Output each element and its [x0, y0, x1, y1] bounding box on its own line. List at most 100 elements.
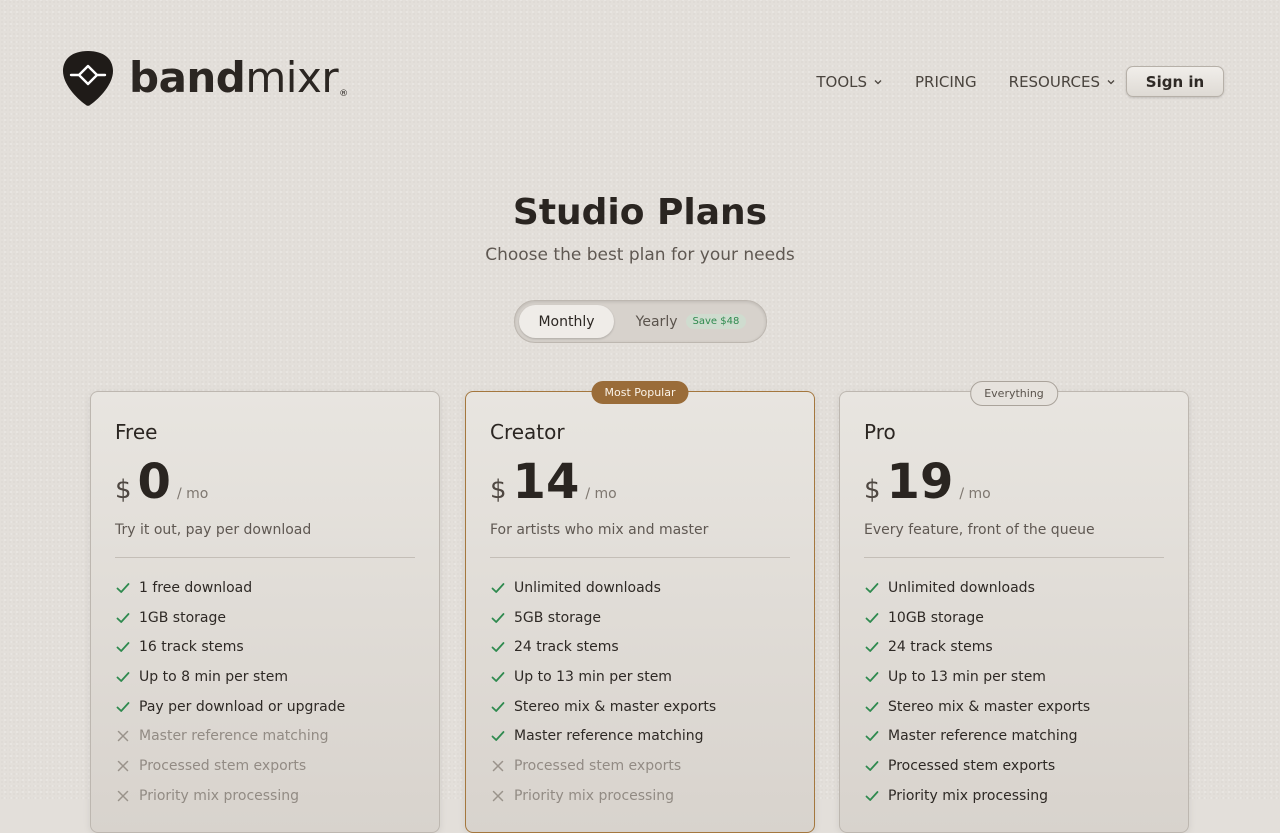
feature-label: 10GB storage	[888, 609, 984, 626]
plan-description: For artists who mix and master	[490, 522, 709, 538]
feature-item: Stereo mix & master exports	[864, 692, 1090, 722]
check-icon	[491, 582, 505, 593]
feature-item: Pay per download or upgrade	[115, 692, 345, 722]
check-icon	[491, 672, 505, 682]
feature-label: Processed stem exports	[139, 757, 307, 774]
chevron-down-icon	[874, 79, 882, 84]
divider	[490, 557, 790, 558]
check-icon	[865, 731, 879, 742]
feature-item: Stereo mix & master exports	[490, 692, 716, 722]
feature-label: 24 track stems	[888, 639, 993, 656]
brand-logo[interactable]: bandmixr®	[62, 50, 348, 106]
plan-card-pro: Everything Pro $ 19 / mo Every feature, f…	[839, 381, 1189, 833]
divider	[864, 557, 1164, 558]
check-icon	[116, 701, 130, 712]
price-amount: 19	[886, 454, 954, 510]
plan-name: Pro	[864, 420, 896, 444]
price-amount: 0	[137, 454, 171, 510]
feature-label: Priority mix processing	[139, 787, 299, 804]
feature-label: Unlimited downloads	[888, 579, 1035, 596]
feature-item: Up to 8 min per stem	[115, 662, 345, 692]
check-icon	[865, 672, 879, 682]
nav-tools-label: TOOLS	[816, 72, 867, 91]
feature-label: Processed stem exports	[514, 757, 682, 774]
check-icon	[116, 612, 130, 623]
price-currency: $	[115, 475, 132, 505]
cross-icon	[492, 790, 504, 801]
feature-item: 1 free download	[115, 573, 345, 603]
check-icon	[116, 672, 130, 682]
price-period: / mo	[585, 486, 617, 502]
feature-label: Priority mix processing	[888, 787, 1048, 804]
feature-item: Processed stem exports	[864, 751, 1090, 781]
plan-name: Creator	[490, 420, 565, 444]
divider	[115, 557, 415, 558]
cross-icon	[492, 760, 504, 772]
plan-price: $ 0 / mo	[115, 458, 208, 506]
check-icon	[865, 582, 879, 593]
feature-label: Stereo mix & master exports	[888, 698, 1091, 715]
check-icon	[491, 612, 505, 623]
check-icon	[865, 761, 879, 771]
check-icon	[865, 790, 879, 801]
cross-icon	[117, 731, 129, 742]
guitar-pick-icon	[63, 51, 113, 106]
feature-item: Up to 13 min per stem	[864, 662, 1090, 692]
page-subtitle: Choose the best plan for your needs	[485, 245, 795, 265]
feature-item: Up to 13 min per stem	[490, 662, 716, 692]
plan-card-free: Free $ 0 / mo Try it out, pay per downlo…	[90, 391, 440, 833]
billing-yearly-option[interactable]: Yearly Save $48	[623, 305, 759, 338]
feature-label: Processed stem exports	[888, 757, 1056, 774]
feature-item: 24 track stems	[864, 632, 1090, 662]
feature-item: 10GB storage	[864, 603, 1090, 633]
plan-description: Every feature, front of the queue	[864, 522, 1095, 538]
price-currency: $	[490, 475, 507, 505]
plan-price: $ 14 / mo	[490, 458, 617, 506]
plan-description: Try it out, pay per download	[115, 522, 312, 538]
feature-item: Priority mix processing	[864, 781, 1090, 811]
check-icon	[116, 582, 130, 593]
feature-label: Up to 8 min per stem	[139, 668, 289, 685]
brand-wordmark: bandmixr®	[129, 57, 348, 99]
brand-name-bold: band	[129, 53, 246, 102]
price-period: / mo	[176, 486, 209, 502]
billing-yearly-label: Yearly	[635, 313, 678, 330]
nav-resources-label: RESOURCES	[1008, 72, 1100, 91]
feature-item: 24 track stems	[490, 632, 716, 662]
nav-resources[interactable]: RESOURCES	[1009, 67, 1116, 96]
billing-toggle: Monthly Yearly Save $48	[514, 300, 767, 343]
price-amount: 14	[512, 454, 580, 510]
feature-label: 16 track stems	[139, 639, 244, 656]
price-period: / mo	[959, 486, 991, 502]
feature-label: Pay per download or upgrade	[139, 698, 346, 715]
feature-label: 5GB storage	[514, 609, 601, 626]
billing-monthly-option[interactable]: Monthly	[519, 305, 614, 338]
feature-item: 16 track stems	[115, 632, 345, 662]
cross-icon	[117, 790, 129, 801]
chevron-down-icon	[1107, 79, 1115, 84]
plan-badge: Everything	[970, 381, 1058, 406]
check-icon	[491, 731, 505, 742]
feature-item: Processed stem exports	[115, 751, 345, 781]
nav-pricing[interactable]: PRICING	[915, 67, 977, 96]
nav-pricing-label: PRICING	[915, 72, 977, 91]
plan-badge: Most Popular	[591, 381, 689, 404]
brand-name-light: mixr	[245, 53, 339, 102]
top-nav: TOOLS PRICING RESOURCES Sign in	[816, 66, 1224, 97]
feature-label: Priority mix processing	[514, 787, 674, 804]
feature-item: Processed stem exports	[490, 751, 716, 781]
feature-list: Unlimited downloads 5GB storage 24 track s…	[490, 573, 716, 811]
feature-list: 1 free download 1GB storage 16 track stems…	[115, 573, 345, 811]
check-icon	[865, 642, 879, 653]
nav-tools[interactable]: TOOLS	[816, 67, 883, 96]
check-icon	[491, 701, 505, 712]
price-currency: $	[864, 475, 881, 505]
feature-item: Priority mix processing	[490, 781, 716, 811]
plan-price: $ 19 / mo	[864, 458, 991, 506]
feature-label: 24 track stems	[514, 639, 619, 656]
feature-item: 5GB storage	[490, 603, 716, 633]
feature-item: Unlimited downloads	[490, 573, 716, 603]
feature-item: Unlimited downloads	[864, 573, 1090, 603]
sign-in-button[interactable]: Sign in	[1126, 66, 1224, 97]
feature-label: Stereo mix & master exports	[514, 698, 717, 715]
